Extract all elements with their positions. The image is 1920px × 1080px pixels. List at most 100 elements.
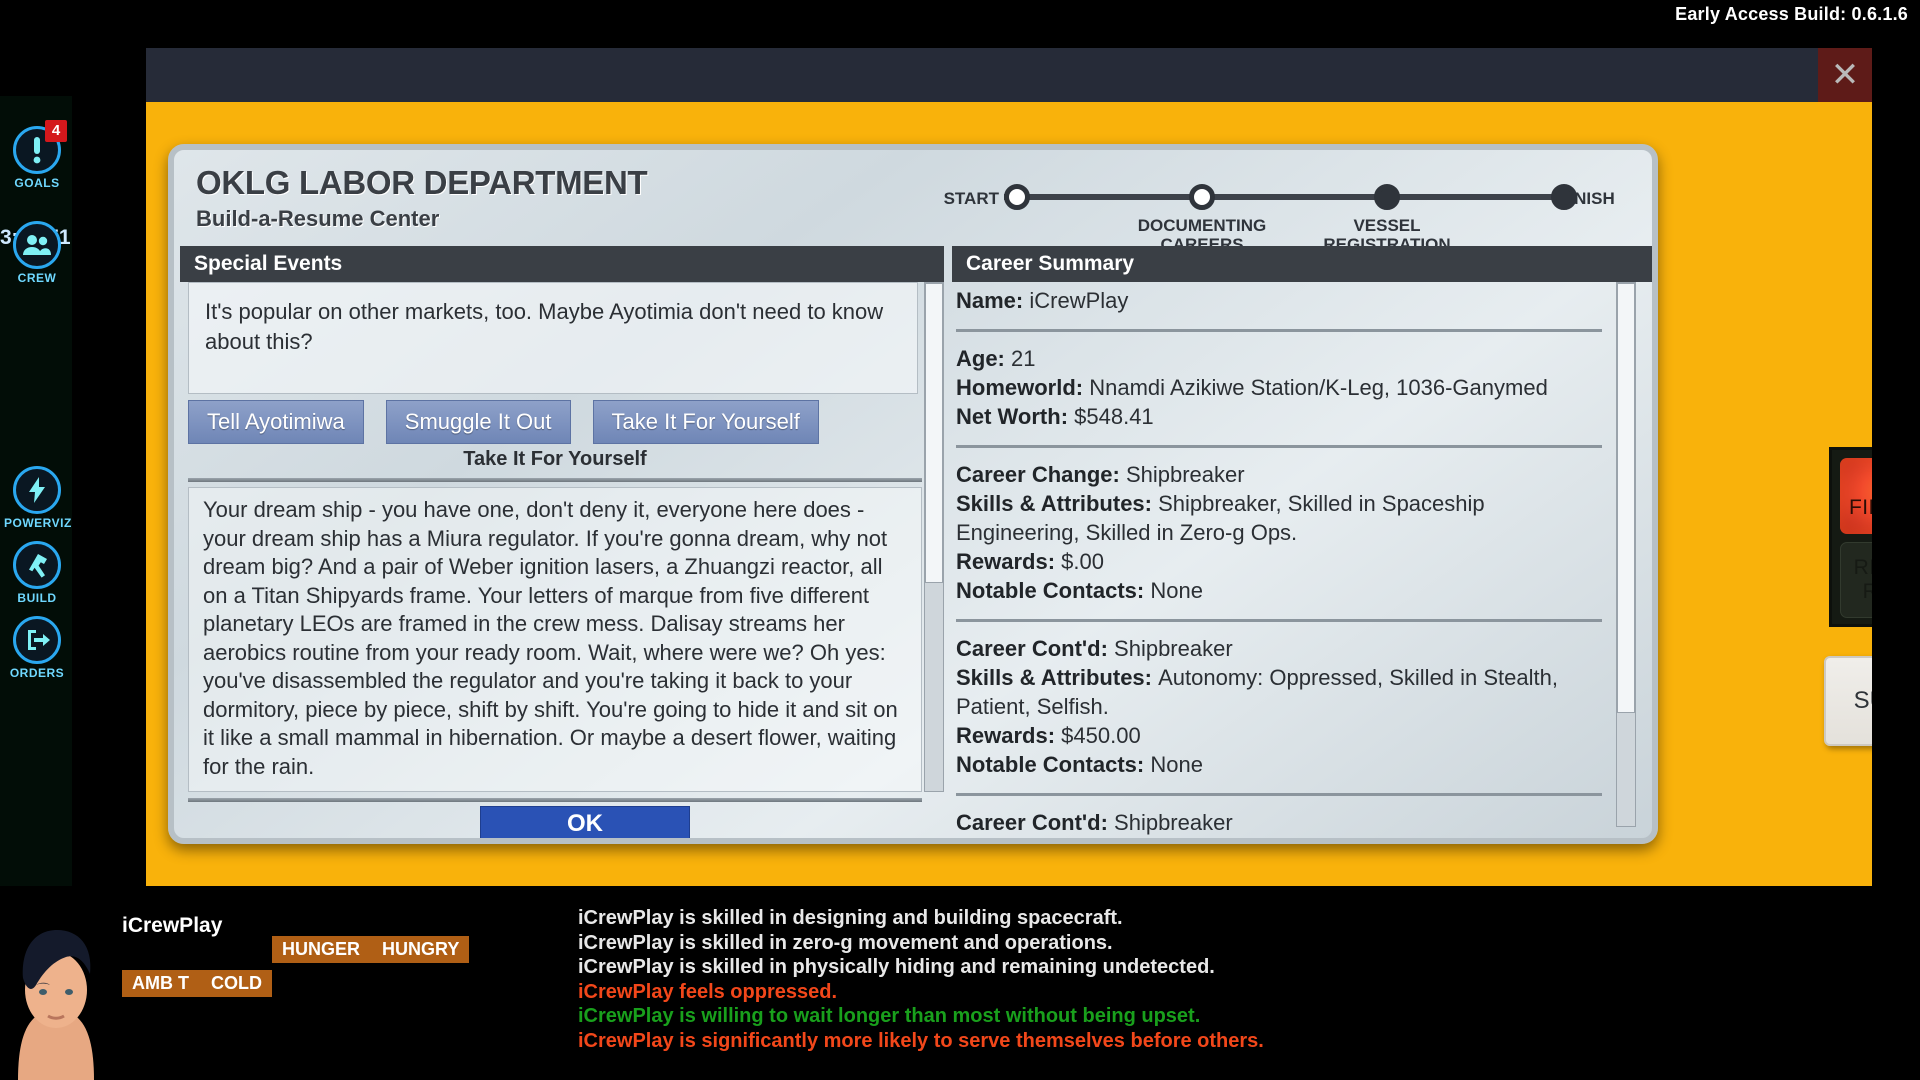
stepper-label-line1: VESSEL [1353,216,1421,235]
story-text-box: Your dream ship - you have one, don't de… [188,487,922,792]
career-summary-line: Skills & Attributes: Autonomy: Oppressed… [956,663,1602,721]
career-summary-field-value: None [1158,839,1211,842]
lamp-line1: RESUME [1853,556,1872,579]
career-summary-block: Name: iCrewPlay [956,282,1602,323]
lamp-line2: READY [1862,580,1872,603]
divider [956,329,1602,332]
status-badge-temperature: AMB T COLD [122,970,272,997]
career-summary-line: Rewards: $450.00 [956,721,1602,750]
build-version-label: Early Access Build: 0.6.1.6 [1675,4,1908,24]
career-summary-field-value: None [1150,752,1203,777]
events-scroll-thumb[interactable] [925,283,943,583]
divider [956,445,1602,448]
choice-button-take[interactable]: Take It For Yourself [592,400,819,444]
divider [956,793,1602,796]
event-log: iCrewPlay is skilled in designing and bu… [578,906,1578,1053]
choice-button-smuggle[interactable]: Smuggle It Out [385,400,571,444]
career-summary-line: Homeworld: Nnamdi Azikiwe Station/K-Leg,… [956,373,1602,402]
career-summary-field-value: $548.41 [1074,404,1154,429]
career-summary-field-label: Net Worth: [956,404,1075,429]
career-summary-line: Name: iCrewPlay [956,286,1602,315]
hud-item-label: POWERVIZ [4,516,72,530]
career-summary-line: Age: 21 [956,344,1602,373]
stepper-label-line1: DOCUMENTING [1137,216,1267,235]
career-summary-field-value: 21 [1011,346,1036,371]
bottom-status-bar: iCrewPlay HUNGER HUNGRY AMB T COLD iCrewPl… [0,886,1920,1080]
career-summary-field-value: iCrewPlay [1029,288,1129,313]
crew-icon [13,221,61,269]
log-line: iCrewPlay is skilled in physically hidin… [578,956,1215,978]
status-lamp-resume-ready: RESUME READY [1840,542,1872,618]
export-icon [13,616,61,664]
career-summary-line: Notable Contacts: None [956,576,1602,605]
game-screen: Early Access Build: 0.6.1.6 3:20:51 4 GO… [0,0,1920,1080]
avatar [0,904,112,1080]
dialog-titlebar: ✕ [146,48,1872,102]
hud-item-build[interactable]: BUILD [4,541,70,605]
chip-value: HUNGRY [382,939,460,959]
page-subtitle: Build-a-Resume Center [196,206,440,231]
log-line: iCrewPlay is skilled in zero-g movement … [578,931,1113,954]
career-summary-header: Career Summary [952,246,1652,282]
summary-scrollbar[interactable] [1616,282,1636,827]
submit-button[interactable]: SUBMIT [1824,656,1872,746]
stepper-node-start[interactable] [1004,184,1030,210]
career-summary-line: Career Cont'd: Shipbreaker [956,634,1602,663]
page-title: OKLG LABOR DEPARTMENT [196,164,648,201]
career-summary-field-label: Notable Contacts: [956,578,1151,603]
hud-item-label: ORDERS [9,666,65,680]
career-summary-line: Net Worth: $548.41 [956,402,1602,431]
hud-item-powerviz[interactable]: POWERVIZ [4,466,72,530]
stepper-start-label: START [943,189,999,208]
status-lamp-panel: NOT FINISHED RESUME READY [1829,447,1872,627]
career-summary-field-value: None [1150,578,1203,603]
chip-value: COLD [211,973,262,993]
stepper-track [1004,194,1564,200]
career-summary-line: Career Change: Shipbreaker [956,460,1602,489]
log-line: iCrewPlay is willing to wait longer than… [578,1005,1201,1027]
log-line: iCrewPlay feels oppressed. [578,980,838,1003]
career-summary-block: Age: 21 Homeworld: Nnamdi Azikiwe Station… [956,340,1602,439]
event-prompt-box: It's popular on other markets, too. Mayb… [188,282,918,394]
hud-item-orders[interactable]: ORDERS [4,616,70,680]
career-summary-block: Career Cont'd: ShipbreakerSkills & Attri… [956,630,1602,787]
career-summary-field-label: Skills & Attributes: [956,665,1159,690]
status-badge-hunger: HUNGER HUNGRY [272,936,470,963]
hud-item-label: BUILD [17,591,57,605]
chip-name: AMB T [132,973,189,993]
career-summary-block: Career Change: Shipbreaker Skills & Attri… [956,456,1602,613]
career-summary-field-label: Skills & Attributes: [956,491,1159,516]
hud-item-goals[interactable]: 4 GOALS [4,120,70,190]
career-summary-field-value: Shipbreaker [1125,462,1245,487]
hammer-icon [13,541,61,589]
stepper-node-documenting[interactable] [1189,184,1215,210]
events-scrollbar[interactable] [924,282,944,792]
ok-button[interactable]: OK [480,806,690,838]
stepper-node-finish[interactable] [1551,184,1577,210]
close-icon[interactable]: ✕ [1818,48,1872,102]
career-summary-field-label: Name: [956,288,1030,313]
log-line: iCrewPlay is skilled in designing and bu… [578,907,1123,929]
stepper-node-vessel[interactable] [1374,184,1400,210]
career-summary-field-label: Rewards: [956,549,1062,574]
career-summary-line: Career Cont'd: Shipbreaker [956,808,1602,837]
career-summary-field-label: Skills & Attributes: [956,839,1158,842]
resume-dialog: ✕ OKLG LABOR DEPARTMENT Build-a-Resume C… [146,48,1872,914]
choice-button-tell[interactable]: Tell Ayotimiwa [188,400,364,444]
summary-scroll-thumb[interactable] [1617,283,1635,713]
career-summary-block: Career Cont'd: Shipbreaker Skills & Attri… [956,804,1602,842]
selected-choice-label: Take It For Yourself [463,448,647,470]
career-summary-line: Notable Contacts: None [956,750,1602,779]
career-summary-field-value: $.00 [1061,549,1104,574]
career-summary-field-label: Rewards: [956,723,1062,748]
divider [956,619,1602,622]
panel-header: OKLG LABOR DEPARTMENT Build-a-Resume Cen… [174,150,1652,254]
goals-badge: 4 [45,120,67,142]
career-summary-field-value: Shipbreaker [1114,810,1233,835]
hud-item-crew[interactable]: CREW [4,221,70,285]
career-summary-field-label: Career Cont'd: [956,636,1115,661]
career-summary-field-label: Notable Contacts: [956,752,1151,777]
career-summary-field-label: Age: [956,346,1011,371]
career-summary-field-value: Nnamdi Azikiwe Station/K-Leg, 1036-Ganym… [1089,375,1548,400]
career-summary-field-value: $450.00 [1061,723,1141,748]
